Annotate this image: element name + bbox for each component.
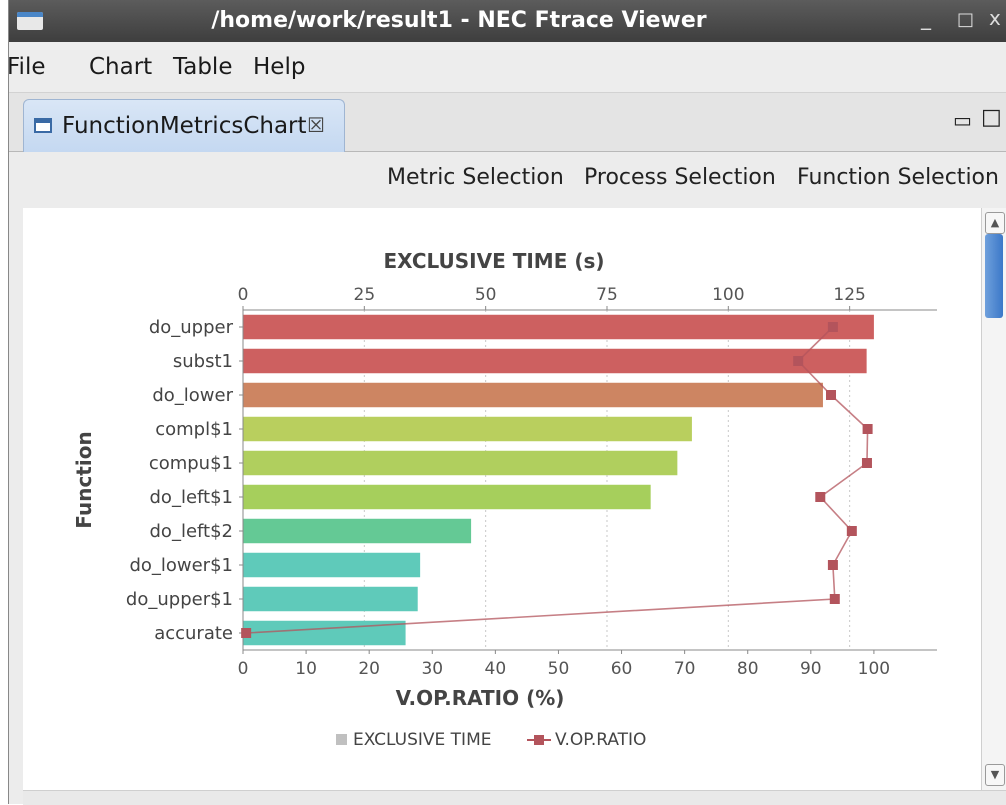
category-label: subst1 [173,351,233,372]
top-axis-title: EXCLUSIVE TIME (s) [383,249,604,273]
chart-panel: 0 25 50 75 100 125 0 10 20 30 40 50 60 70 80 90 100 do_up… [23,208,981,790]
top-tick-label: 25 [354,285,376,305]
close-button[interactable]: x [989,6,1001,30]
tab-close-icon[interactable]: ☒ [307,113,325,137]
vop-ratio-point-compl$1 [862,424,873,434]
bar-do_upper$1 [243,586,418,612]
bar-subst1 [243,348,867,374]
bottom-tick-label: 0 [238,659,249,679]
y-axis-title: Function [72,431,96,528]
status-strip [23,790,1006,805]
scroll-thumb[interactable] [985,234,1003,318]
bottom-tick-label: 30 [421,659,443,679]
legend-vop-ratio-marker [534,735,544,745]
bottom-tick-label: 10 [295,659,317,679]
view-tab-strip: FunctionMetricsChart ☒ [9,93,1006,153]
scroll-up-icon[interactable]: ▲ [985,212,1005,234]
bottom-tick-label: 70 [674,659,696,679]
tab-label: FunctionMetricsChart [62,113,307,139]
category-label: do_upper$1 [126,589,233,610]
bar-compu$1 [243,450,678,476]
chart-view-icon [34,118,52,133]
vop-ratio-point-do_left$1 [815,492,826,502]
bar-do_upper [243,314,874,340]
bottom-tick-label: 50 [548,659,570,679]
vop-ratio-point-do_upper [827,322,838,332]
top-tick-label: 125 [833,285,865,305]
title-bar[interactable]: /home/work/result1 - NEC Ftrace Viewer _… [9,0,1006,42]
menu-file[interactable]: File [7,54,46,80]
bar-do_lower$1 [243,552,421,578]
top-tick-label: 0 [238,285,249,305]
window-title: /home/work/result1 - NEC Ftrace Viewer [211,8,707,33]
vop-ratio-point-do_left$2 [846,526,857,536]
bottom-tick-label: 90 [800,659,822,679]
tab-function-metrics-chart[interactable]: FunctionMetricsChart ☒ [23,99,345,153]
menu-table[interactable]: Table [173,54,232,80]
bottom-axis-title: V.OP.RATIO (%) [396,686,565,710]
category-label: do_left$2 [150,521,234,542]
top-tick-label: 50 [475,285,497,305]
menu-bar: File Chart Table Help [7,42,1006,93]
bottom-tick-label: 20 [358,659,380,679]
category-label: do_left$1 [150,487,234,508]
vop-ratio-point-subst1 [793,356,804,366]
minimize-button[interactable]: _ [921,6,931,30]
top-tick-label: 100 [712,285,744,305]
top-tick-label: 75 [596,285,618,305]
view-maximize-button[interactable]: □ [981,105,1002,130]
category-label: do_lower$1 [129,555,233,576]
vop-ratio-point-compu$1 [861,458,872,468]
category-label: do_lower [152,385,233,406]
bottom-tick-label: 40 [485,659,507,679]
vop-ratio-point-do_lower [826,390,837,400]
app-window: /home/work/result1 - NEC Ftrace Viewer _… [7,0,1006,805]
bar-series [243,314,874,646]
function-metrics-chart[interactable]: 0 25 50 75 100 125 0 10 20 30 40 50 60 70 80 90 100 do_up… [23,208,981,790]
vertical-scrollbar[interactable]: ▲ ▼ [981,208,1006,790]
category-label: compl$1 [155,419,233,440]
menu-chart[interactable]: Chart [89,54,152,80]
vop-ratio-point-accurate [241,628,252,638]
bottom-tick-label: 60 [611,659,633,679]
process-selection-button[interactable]: Process Selection [584,165,776,190]
selection-toolbar: Metric Selection Process Selection Funct… [23,152,1006,209]
menu-help[interactable]: Help [253,54,305,80]
view-minimize-button[interactable]: ▭ [953,108,972,132]
legend-vop-ratio-label: V.OP.RATIO [555,730,646,750]
bar-do_left$1 [243,484,651,510]
legend-exclusive-time-swatch [336,734,347,745]
bottom-tick-label: 100 [858,659,890,679]
bar-do_left$2 [243,518,472,544]
category-label: do_upper [149,317,234,338]
bar-do_lower [243,382,823,408]
scroll-down-icon[interactable]: ▼ [985,764,1005,786]
bottom-tick-label: 80 [737,659,759,679]
maximize-button[interactable]: □ [957,9,974,30]
vop-ratio-point-do_lower$1 [827,560,838,570]
metric-selection-button[interactable]: Metric Selection [387,165,564,190]
vop-ratio-point-do_upper$1 [829,594,840,604]
category-label: compu$1 [149,453,233,474]
function-selection-button[interactable]: Function Selection [797,165,999,190]
bar-compl$1 [243,416,692,442]
legend-exclusive-time-label: EXCLUSIVE TIME [353,730,491,750]
category-label: accurate [154,623,233,644]
